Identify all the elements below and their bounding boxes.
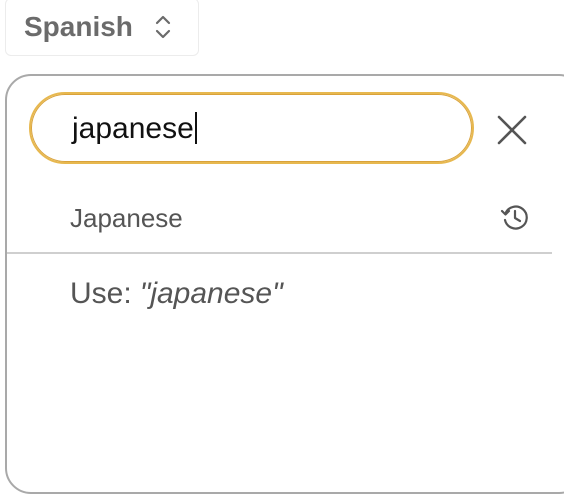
search-input-value: japanese [72,110,197,148]
language-search-input[interactable]: japanese [29,92,474,164]
suggestion-option-japanese[interactable]: Japanese [7,189,552,253]
use-custom-entry[interactable]: Use: "japanese" [70,277,283,311]
language-select[interactable]: Spanish [5,0,199,56]
use-prefix: Use: [70,277,132,310]
text-caret [194,112,197,144]
language-select-value: Spanish [24,11,133,42]
suggestion-label: Japanese [70,203,183,233]
suggestions-divider [7,252,552,254]
use-quoted-value: "japanese" [139,277,283,310]
history-icon [500,205,528,230]
up-down-chevron-icon [155,15,171,39]
close-icon[interactable] [493,111,531,149]
